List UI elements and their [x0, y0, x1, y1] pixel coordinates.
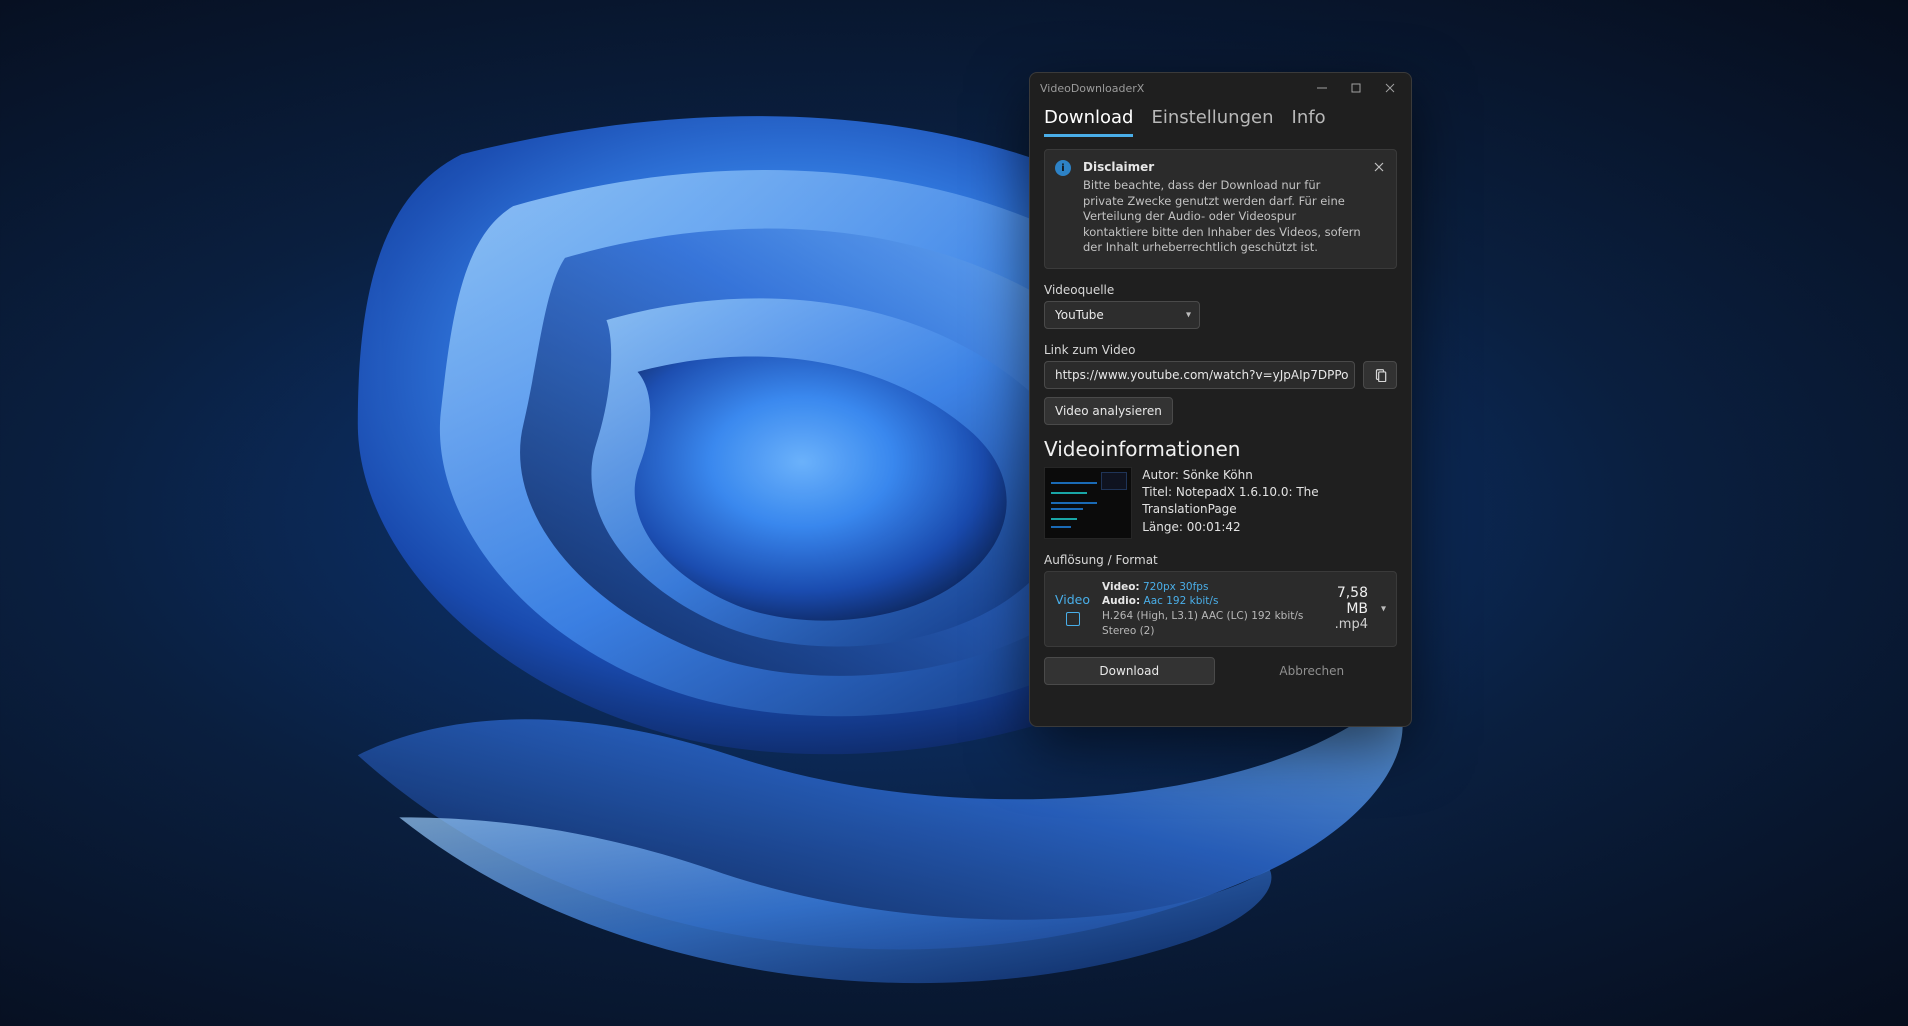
- author-label: Autor:: [1142, 468, 1179, 482]
- source-label: Videoquelle: [1044, 283, 1397, 297]
- format-size: 7,58 MB .mp4: [1322, 585, 1368, 632]
- link-label: Link zum Video: [1044, 343, 1397, 357]
- length-value: 00:01:42: [1187, 520, 1241, 534]
- disclaimer-body: Bitte beachte, dass der Download nur für…: [1083, 178, 1362, 256]
- video-square-icon: [1066, 612, 1080, 626]
- format-chip-label: Video: [1055, 592, 1090, 607]
- title-label: Titel:: [1142, 485, 1172, 499]
- video-info-heading: Videoinformationen: [1044, 437, 1397, 461]
- disclaimer-title: Disclaimer: [1083, 160, 1362, 174]
- chevron-down-icon: ▾: [1381, 603, 1386, 614]
- disclaimer-box: i Disclaimer Bitte beachte, dass der Dow…: [1044, 149, 1397, 269]
- tab-bar: Download Einstellungen Info: [1044, 107, 1397, 137]
- minimize-button[interactable]: [1305, 75, 1339, 101]
- download-button[interactable]: Download: [1044, 657, 1215, 685]
- cancel-button: Abbrechen: [1227, 657, 1398, 685]
- window-title: VideoDownloaderX: [1040, 82, 1144, 95]
- titlebar[interactable]: VideoDownloaderX: [1030, 73, 1411, 103]
- app-window: VideoDownloaderX Download Einstellungen …: [1029, 72, 1412, 727]
- info-icon: i: [1055, 160, 1071, 176]
- disclaimer-close-button[interactable]: [1370, 158, 1388, 176]
- video-source-select[interactable]: YouTube ▾: [1044, 301, 1200, 329]
- video-url-input[interactable]: https://www.youtube.com/watch?v=yJpAIp7D…: [1044, 361, 1355, 389]
- tab-download[interactable]: Download: [1044, 107, 1133, 137]
- format-select[interactable]: Video Video: 720px 30fps Audio: Aac 192 …: [1044, 571, 1397, 648]
- length-label: Länge:: [1142, 520, 1183, 534]
- maximize-button[interactable]: [1339, 75, 1373, 101]
- file-size: 7,58 MB: [1322, 585, 1368, 617]
- format-chip: Video: [1055, 592, 1090, 626]
- file-ext: .mp4: [1322, 617, 1368, 632]
- author-value: Sönke Köhn: [1183, 468, 1253, 482]
- tab-info[interactable]: Info: [1292, 107, 1326, 137]
- tab-settings[interactable]: Einstellungen: [1151, 107, 1273, 137]
- format-label: Auflösung / Format: [1044, 553, 1397, 567]
- codec-line: H.264 (High, L3.1) AAC (LC) 192 kbit/s S…: [1102, 609, 1310, 638]
- close-button[interactable]: [1373, 75, 1407, 101]
- chevron-down-icon: ▾: [1186, 309, 1191, 320]
- analyze-video-button[interactable]: Video analysieren: [1044, 397, 1173, 425]
- format-details: Video: 720px 30fps Audio: Aac 192 kbit/s…: [1102, 580, 1310, 639]
- video-source-value: YouTube: [1055, 308, 1104, 322]
- video-thumbnail: [1044, 467, 1132, 539]
- video-metadata: Autor: Sönke Köhn Titel: NotepadX 1.6.10…: [1142, 467, 1397, 539]
- paste-button[interactable]: [1363, 361, 1397, 389]
